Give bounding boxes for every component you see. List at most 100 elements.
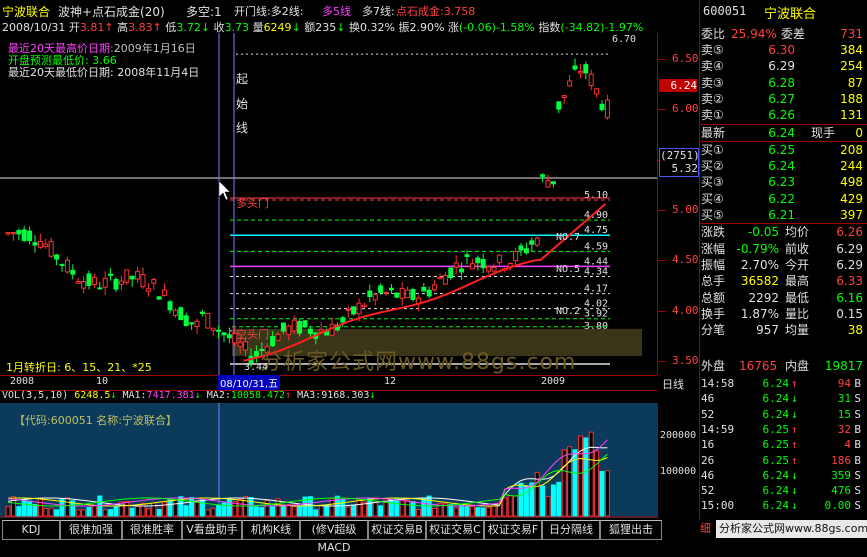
tick-row: 14:58 6.24 ↑ 94 B bbox=[701, 377, 861, 390]
candle-body bbox=[540, 174, 546, 177]
price-tick-mark bbox=[658, 260, 666, 262]
stat-row: 振幅 2.70% 今开 6.29 bbox=[701, 257, 863, 272]
tick-row: 46 6.24 ↓ 359 S bbox=[701, 468, 861, 482]
buy-level-5[interactable]: 买⑤ 6.21 397 bbox=[701, 207, 865, 223]
buy-level-3[interactable]: 买③ 6.23 498 bbox=[701, 174, 865, 190]
mouse-cursor-icon bbox=[218, 180, 231, 201]
candle-body bbox=[577, 70, 583, 74]
volume-bar bbox=[491, 505, 497, 517]
indicator-tab[interactable]: 权证交易B bbox=[368, 520, 426, 540]
candle-body bbox=[475, 257, 481, 264]
tick-row: 26 6.25 ↑ 186 B bbox=[701, 453, 861, 467]
no5-label: NO.5 bbox=[556, 264, 581, 275]
candle-body bbox=[550, 181, 556, 185]
indicator-tab[interactable]: (修V超级MACD bbox=[300, 520, 368, 554]
candlestick-chart[interactable]: 5.104.904.754.594.444.344.174.023.923.80 bbox=[0, 33, 657, 375]
candle-body bbox=[356, 302, 362, 315]
period-daily[interactable]: 日线 bbox=[662, 376, 684, 392]
date-label-12: 12 bbox=[384, 376, 397, 387]
sell-level-1[interactable]: 卖① 6.26 131 bbox=[701, 107, 865, 123]
candle-body bbox=[221, 332, 227, 336]
volume-bar bbox=[432, 507, 438, 517]
price-level-label: 5.10 bbox=[584, 190, 608, 201]
volume-bar bbox=[64, 497, 70, 517]
bull-gate-label: 多头门 bbox=[236, 197, 269, 210]
price-tick: 3.50 bbox=[672, 354, 699, 367]
volume-bar bbox=[91, 505, 97, 517]
indicator-tab[interactable]: 很准加强 bbox=[60, 520, 122, 540]
low-price-mark: 3.44 bbox=[244, 362, 269, 373]
candle-body bbox=[210, 327, 216, 331]
candle-body bbox=[54, 254, 60, 260]
volume-bar bbox=[37, 497, 43, 517]
sell-level-4[interactable]: 卖④ 6.29 254 bbox=[701, 58, 865, 74]
buy-level-1[interactable]: 买① 6.25 208 bbox=[701, 142, 865, 158]
indicator-tab[interactable]: 权证交易C bbox=[426, 520, 484, 540]
candle-body bbox=[599, 103, 605, 111]
candle-body bbox=[16, 230, 22, 235]
volume-bar bbox=[297, 505, 303, 517]
candle-body bbox=[243, 341, 249, 351]
volume-bar bbox=[264, 500, 270, 517]
volume-bar bbox=[118, 501, 124, 517]
detail-tab[interactable]: 细 bbox=[700, 520, 711, 536]
price-level-label: 4.17 bbox=[584, 284, 608, 295]
signal-label: 多空:1 bbox=[186, 5, 222, 19]
buy-level-4[interactable]: 买④ 6.22 429 bbox=[701, 191, 865, 207]
volume-bar bbox=[367, 498, 373, 517]
volume-bar bbox=[415, 508, 421, 517]
last-price-box: 6.24 bbox=[659, 79, 697, 92]
tick-row: 14:59 6.25 ↑ 32 B bbox=[701, 422, 861, 436]
turning-days: 1月转折日: 6、15、21、*25 bbox=[6, 361, 152, 374]
bear-gate-label: 空头门 bbox=[236, 328, 269, 341]
candle-body bbox=[561, 95, 567, 99]
candle-body bbox=[199, 311, 205, 315]
candle-body bbox=[529, 240, 535, 245]
candle-body bbox=[216, 329, 222, 332]
candle-body bbox=[194, 320, 200, 328]
volume-bar bbox=[280, 504, 286, 517]
price-tick-mark bbox=[658, 361, 666, 362]
sell-level-5[interactable]: 卖⑤ 6.30 384 bbox=[701, 42, 865, 58]
price-tick-mark bbox=[658, 109, 666, 111]
candle-body bbox=[421, 286, 427, 292]
indicator-tab[interactable]: 日分隔线 bbox=[542, 520, 600, 540]
volume-bar bbox=[604, 470, 610, 517]
candle-body bbox=[518, 245, 524, 251]
volume-bar bbox=[216, 504, 222, 517]
volume-bar bbox=[459, 504, 465, 517]
price-tick-mark bbox=[658, 310, 666, 312]
indicator-tab[interactable]: 权证交易F bbox=[484, 520, 542, 540]
sell-level-3[interactable]: 卖③ 6.28 87 bbox=[701, 75, 865, 91]
candle-body bbox=[556, 101, 562, 110]
candle-body bbox=[48, 240, 54, 257]
candle-body bbox=[367, 290, 373, 298]
indicator-tab[interactable]: KDJ bbox=[2, 520, 60, 540]
volume-bar bbox=[486, 507, 492, 517]
candle-body bbox=[70, 269, 76, 275]
volume-bar bbox=[329, 497, 335, 517]
start-line-char-3: 线 bbox=[236, 121, 249, 135]
candle-body bbox=[275, 333, 281, 341]
stat-row: 总手 36582 最高 6.33 bbox=[701, 274, 863, 289]
candle-body bbox=[189, 322, 195, 325]
buy-level-2[interactable]: 买② 6.24 244 bbox=[701, 158, 865, 174]
cursor-value-box: (2751) 5.32 bbox=[659, 148, 700, 177]
sell-level-2[interactable]: 卖② 6.27 188 bbox=[701, 91, 865, 107]
candle-body bbox=[151, 279, 157, 284]
candle-body bbox=[491, 266, 497, 272]
waipan-row: 外盘 16765 内盘 19817 bbox=[701, 359, 863, 373]
candle-body bbox=[140, 274, 146, 288]
volume-bar bbox=[378, 505, 384, 517]
volume-bar bbox=[480, 507, 486, 517]
indicator-tab[interactable]: 机构K线 bbox=[242, 520, 300, 540]
candle-body bbox=[437, 276, 443, 280]
indicator-tab[interactable]: 很准胜率 bbox=[122, 520, 182, 540]
volume-bar bbox=[556, 481, 562, 517]
volume-bar bbox=[210, 507, 216, 517]
indicator-tab[interactable]: V看盘助手 bbox=[182, 520, 242, 540]
candle-body bbox=[442, 274, 448, 285]
candle-body bbox=[523, 248, 529, 254]
candle-body bbox=[567, 80, 573, 87]
indicator-tab[interactable]: 狐狸出击 bbox=[600, 520, 662, 540]
